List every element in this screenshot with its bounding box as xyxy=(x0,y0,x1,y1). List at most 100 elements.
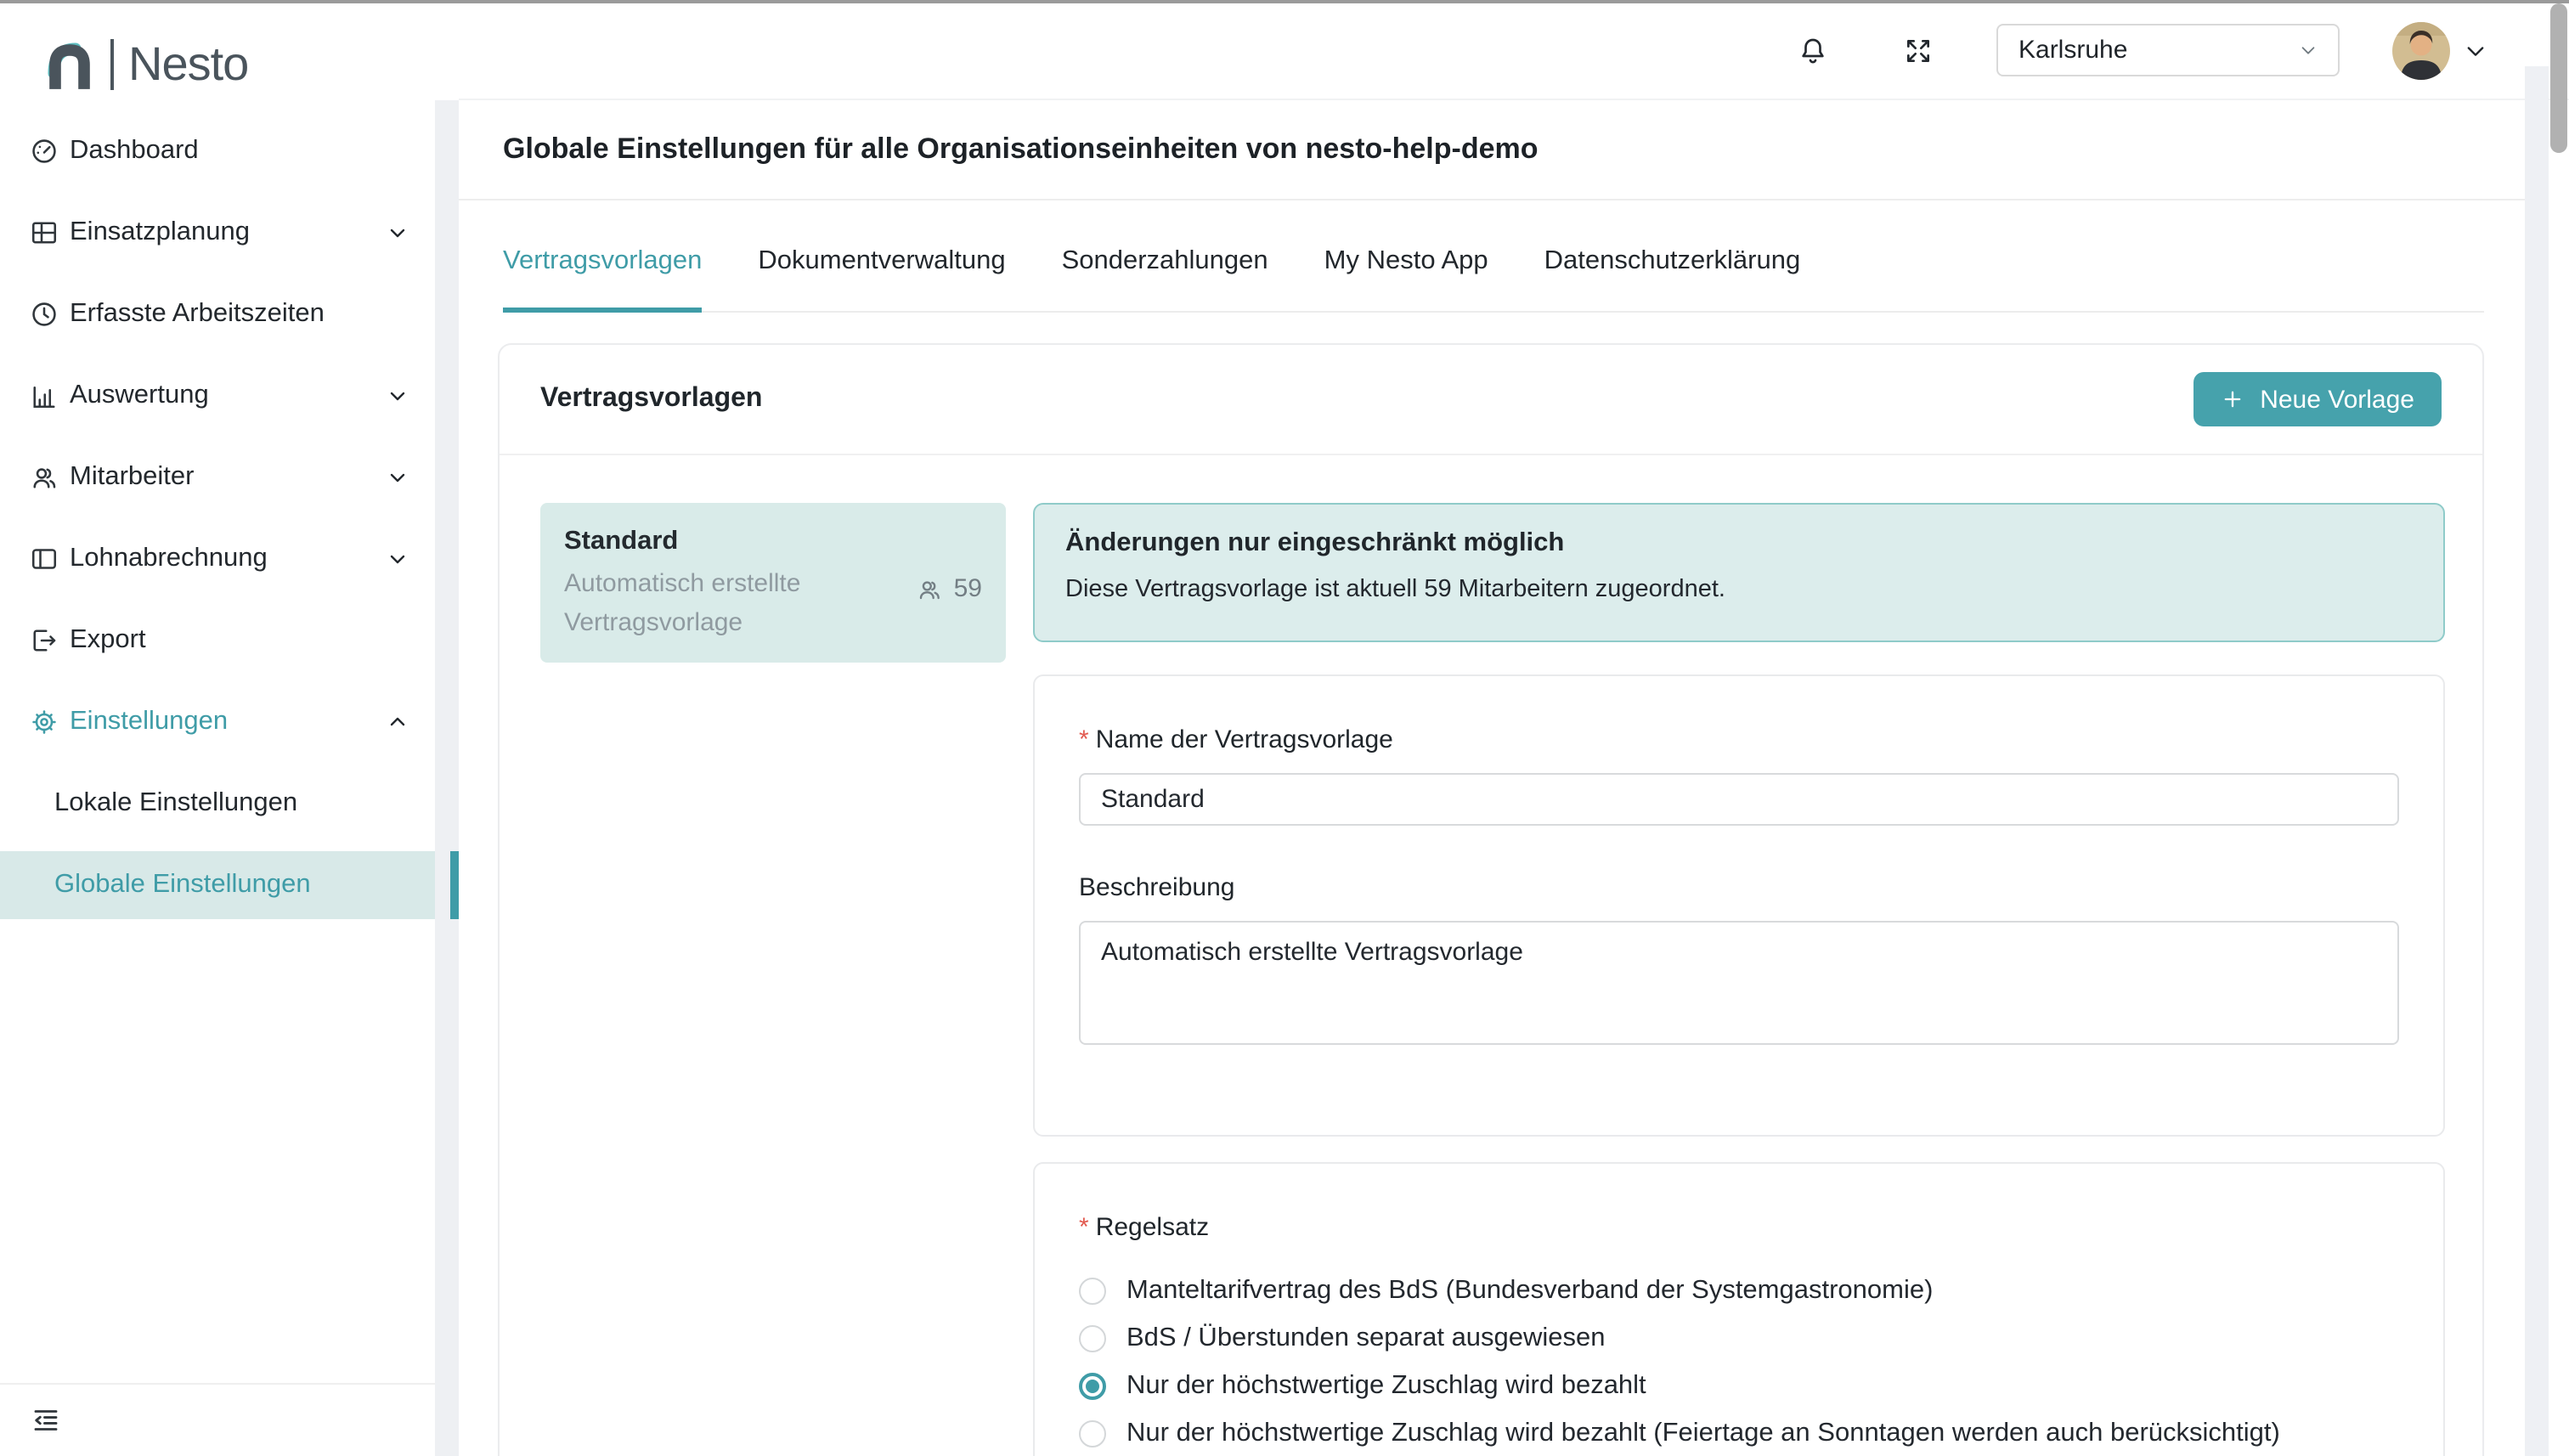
sidebar-item-label: Export xyxy=(70,625,146,656)
planning-grid-icon xyxy=(29,217,59,248)
sidebar-item-label: Einsatzplanung xyxy=(70,217,250,248)
sidebar-subitem-label: Globale Einstellungen xyxy=(54,870,311,900)
plus-icon xyxy=(2221,387,2244,411)
sidebar-item-einsatzplanung[interactable]: Einsatzplanung xyxy=(0,192,435,274)
sidebar-item-lohnabrechnung[interactable]: Lohnabrechnung xyxy=(0,518,435,600)
gauge-icon xyxy=(29,136,59,166)
chevron-up-icon xyxy=(387,712,408,732)
sidebar-item-dashboard[interactable]: Dashboard xyxy=(0,110,435,192)
template-list-item-standard[interactable]: Standard Automatisch erstellte Vertragsv… xyxy=(540,503,1006,663)
name-field-label: *Name der Vertragsvorlage xyxy=(1079,724,2399,758)
template-name: Standard xyxy=(564,523,982,561)
page-title: Globale Einstellungen für alle Organisat… xyxy=(503,133,1539,166)
new-template-button-label: Neue Vorlage xyxy=(2260,385,2414,414)
people-icon xyxy=(917,575,944,602)
page-title-bar: Globale Einstellungen für alle Organisat… xyxy=(459,100,2525,200)
location-select[interactable]: Karlsruhe xyxy=(1996,24,2340,76)
chevron-down-icon xyxy=(387,386,408,406)
location-select-value: Karlsruhe xyxy=(2019,36,2127,65)
sidebar-item-einstellungen[interactable]: Einstellungen xyxy=(0,681,435,763)
chevron-down-icon xyxy=(2299,41,2318,59)
fullscreen-button[interactable] xyxy=(1901,33,1935,67)
sidebar-nav: Dashboard Einsatzplanung xyxy=(0,110,435,919)
radio-checked-icon xyxy=(1079,1373,1106,1400)
restriction-notice: Änderungen nur eingeschränkt möglich Die… xyxy=(1033,503,2445,642)
ruleset-field-label: *Regelsatz xyxy=(1079,1211,2399,1245)
chevron-down-icon xyxy=(387,223,408,243)
template-description-textarea[interactable]: Automatisch erstellte Vertragsvorlage xyxy=(1079,921,2399,1045)
notifications-button[interactable] xyxy=(1796,33,1830,67)
export-icon xyxy=(29,625,59,656)
radio-unchecked-icon xyxy=(1079,1420,1106,1448)
fullscreen-expand-icon xyxy=(1901,33,1935,67)
user-menu[interactable] xyxy=(2392,21,2487,79)
active-item-indicator xyxy=(449,851,459,919)
sidebar-item-auswertung[interactable]: Auswertung xyxy=(0,355,435,437)
window-top-edge xyxy=(0,0,2569,3)
chevron-down-icon xyxy=(2464,38,2487,62)
scrollbar-track[interactable] xyxy=(2525,66,2549,1456)
template-name-input[interactable] xyxy=(1079,773,2399,826)
sidebar-item-label: Einstellungen xyxy=(70,707,228,737)
gear-icon xyxy=(29,707,59,737)
avatar xyxy=(2392,21,2450,79)
template-assigned-count: 59 xyxy=(917,574,982,603)
scrollbar-thumb[interactable] xyxy=(2549,3,2567,153)
panel-header: Vertragsvorlagen Neue Vorlage xyxy=(500,345,2482,455)
top-header: Karlsruhe xyxy=(459,2,2569,100)
tab-my-nesto-app[interactable]: My Nesto App xyxy=(1324,200,1488,313)
logo-wordmark: Nesto xyxy=(128,37,248,92)
template-form-card: *Name der Vertragsvorlage Beschreibung A… xyxy=(1033,674,2445,1137)
collapse-sidebar-icon[interactable] xyxy=(31,1405,61,1436)
sidebar-subitem-label: Lokale Einstellungen xyxy=(54,788,297,819)
logo-divider xyxy=(110,39,113,90)
sidebar-item-label: Erfasste Arbeitszeiten xyxy=(70,299,325,330)
tab-dokumentverwaltung[interactable]: Dokumentverwaltung xyxy=(758,200,1005,313)
required-asterisk: * xyxy=(1079,1213,1089,1242)
radio-unchecked-icon xyxy=(1079,1278,1106,1305)
assigned-count-value: 59 xyxy=(954,574,982,603)
bar-chart-icon xyxy=(29,381,59,411)
ruleset-form-card: *Regelsatz Manteltarifvertrag des BdS (B… xyxy=(1033,1162,2445,1456)
clock-icon xyxy=(29,299,59,330)
tab-bar: Vertragsvorlagen Dokumentverwaltung Sond… xyxy=(503,200,2484,313)
template-description: Automatisch erstellte Vertragsvorlage xyxy=(564,564,836,642)
chevron-down-icon xyxy=(387,549,408,569)
radio-unchecked-icon xyxy=(1079,1325,1106,1352)
description-field-label: Beschreibung xyxy=(1079,872,2399,906)
sidebar-item-erfasste-arbeitszeiten[interactable]: Erfasste Arbeitszeiten xyxy=(0,274,435,355)
sidebar-item-label: Auswertung xyxy=(70,381,209,411)
bell-icon xyxy=(1796,33,1830,67)
notice-title: Änderungen nur eingeschränkt möglich xyxy=(1065,528,2413,559)
sidebar-item-export[interactable]: Export xyxy=(0,600,435,681)
new-template-button[interactable]: Neue Vorlage xyxy=(2194,372,2442,426)
ruleset-option-manteltarifvertrag[interactable]: Manteltarifvertrag des BdS (Bundesverban… xyxy=(1079,1267,2399,1315)
sidebar-footer xyxy=(0,1383,435,1456)
vertragsvorlagen-panel: Vertragsvorlagen Neue Vorlage Standard A… xyxy=(498,343,2484,1456)
sidebar-gutter xyxy=(435,100,459,1456)
main-area: Karlsruhe xyxy=(459,2,2569,1456)
chevron-down-icon xyxy=(387,467,408,488)
required-asterisk: * xyxy=(1079,725,1089,754)
ruleset-radio-group: Manteltarifvertrag des BdS (Bundesverban… xyxy=(1079,1267,2399,1456)
ruleset-option-hoechstwertiger-zuschlag[interactable]: Nur der höchstwertige Zuschlag wird beza… xyxy=(1079,1363,2399,1410)
sidebar-item-globale-einstellungen[interactable]: Globale Einstellungen xyxy=(0,851,435,919)
sidebar-item-label: Mitarbeiter xyxy=(70,462,194,493)
sidebar-item-mitarbeiter[interactable]: Mitarbeiter xyxy=(0,437,435,518)
nesto-logo[interactable]: Nesto xyxy=(41,36,248,93)
tab-vertragsvorlagen[interactable]: Vertragsvorlagen xyxy=(503,200,702,313)
tab-sonderzahlungen[interactable]: Sonderzahlungen xyxy=(1062,200,1268,313)
panel-heading: Vertragsvorlagen xyxy=(540,384,762,415)
app-root: Nesto Dashboard Einsatzplanung xyxy=(0,0,2569,1456)
wallet-icon xyxy=(29,544,59,574)
nesto-logo-mark-icon xyxy=(41,36,99,93)
people-icon xyxy=(29,462,59,493)
notice-body: Diese Vertragsvorlage ist aktuell 59 Mit… xyxy=(1065,576,2413,603)
sidebar-item-lokale-einstellungen[interactable]: Lokale Einstellungen xyxy=(0,763,435,844)
ruleset-option-hoechstwertiger-zuschlag-feiertage[interactable]: Nur der höchstwertige Zuschlag wird beza… xyxy=(1079,1410,2399,1456)
sidebar-item-label: Lohnabrechnung xyxy=(70,544,268,574)
sidebar: Nesto Dashboard Einsatzplanung xyxy=(0,2,435,1456)
sidebar-item-label: Dashboard xyxy=(70,136,199,166)
tab-datenschutzerklaerung[interactable]: Datenschutzerklärung xyxy=(1544,200,1801,313)
ruleset-option-bds-ueberstunden[interactable]: BdS / Überstunden separat ausgewiesen xyxy=(1079,1315,2399,1363)
